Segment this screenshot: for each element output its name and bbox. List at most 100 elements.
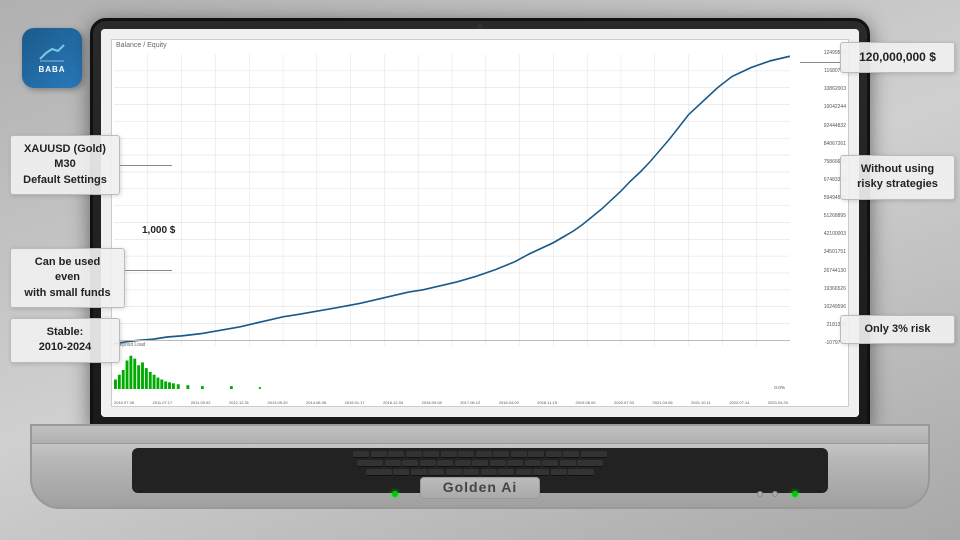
x-label-4: 2012.12.31 bbox=[229, 400, 249, 405]
top-value-line bbox=[800, 62, 840, 63]
stable-text: Stable:2010-2024 bbox=[39, 326, 92, 353]
x-label-3: 2011.09.02 bbox=[191, 400, 211, 405]
key bbox=[481, 469, 497, 476]
x-label-13: 2019.08.09 bbox=[575, 400, 595, 405]
key bbox=[437, 460, 453, 467]
x-label-18: 2023.04.25 bbox=[768, 400, 788, 405]
screen-bezel: Balance / Equity 12499522 11680762 10862… bbox=[101, 29, 859, 417]
key bbox=[563, 451, 579, 458]
led-power bbox=[392, 491, 398, 497]
price-label: 1,000 $ bbox=[142, 225, 175, 236]
brand-label: Golden Ai bbox=[443, 479, 518, 495]
deposit-label: Deposit Load bbox=[116, 342, 145, 348]
top-value-text: 120,000,000 $ bbox=[859, 50, 936, 64]
key bbox=[428, 469, 444, 476]
chart-area: Balance / Equity 12499522 11680762 10862… bbox=[111, 39, 849, 407]
without-risky-text: Without usingrisky strategies bbox=[857, 163, 938, 190]
key bbox=[507, 460, 523, 467]
y-val-11: 42100003 bbox=[824, 231, 846, 237]
key bbox=[542, 460, 558, 467]
key bbox=[551, 469, 567, 476]
app-icon-chart-svg bbox=[38, 43, 66, 63]
app-icon: BABA bbox=[22, 28, 82, 88]
key bbox=[366, 469, 392, 476]
key bbox=[388, 451, 404, 458]
laptop-screen: Balance / Equity 12499522 11680762 10862… bbox=[90, 18, 870, 428]
y-val-3: 10862003 bbox=[824, 86, 846, 92]
key bbox=[423, 451, 439, 458]
top-value-annotation: 120,000,000 $ bbox=[840, 42, 955, 73]
laptop-base: Golden Ai bbox=[30, 424, 930, 509]
y-val-13: 26744130 bbox=[824, 268, 846, 274]
key bbox=[560, 460, 576, 467]
base-top bbox=[32, 426, 928, 444]
key bbox=[402, 460, 418, 467]
x-label-11: 2018.04.09 bbox=[499, 400, 519, 405]
x-label-12: 2018.11.15 bbox=[537, 400, 557, 405]
risk-text: Only 3% risk bbox=[864, 323, 930, 335]
x-label-10: 2017.06.12 bbox=[460, 400, 480, 405]
led-dot2 bbox=[757, 491, 763, 497]
key bbox=[458, 451, 474, 458]
xauusd-annotation: XAUUSD (Gold)M30Default Settings bbox=[10, 135, 120, 195]
key bbox=[516, 469, 532, 476]
x-label-14: 2020.07.03 bbox=[614, 400, 634, 405]
key bbox=[577, 460, 603, 467]
x-label-17: 2022.07.14 bbox=[729, 400, 749, 405]
x-label-1: 2010.07.26 bbox=[114, 400, 134, 405]
led-activity bbox=[792, 491, 798, 497]
key bbox=[463, 469, 479, 476]
key bbox=[498, 469, 514, 476]
key bbox=[385, 460, 401, 467]
xauusd-line bbox=[120, 165, 172, 166]
small-funds-annotation: Can be used evenwith small funds bbox=[10, 248, 125, 308]
without-risky-annotation: Without usingrisky strategies bbox=[840, 155, 955, 200]
key bbox=[511, 451, 527, 458]
svg-text:0.0%: 0.0% bbox=[774, 385, 786, 389]
key bbox=[568, 469, 594, 476]
x-label-7: 2015.01.17 bbox=[345, 400, 365, 405]
key bbox=[441, 451, 457, 458]
main-chart-svg bbox=[114, 54, 790, 346]
key bbox=[446, 469, 462, 476]
key bbox=[411, 469, 427, 476]
key bbox=[393, 469, 409, 476]
key bbox=[490, 460, 506, 467]
key bbox=[525, 460, 541, 467]
y-val-15: 10249596 bbox=[824, 304, 846, 310]
x-label-8: 2016.12.04 bbox=[383, 400, 403, 405]
webcam bbox=[478, 24, 483, 29]
small-funds-text: Can be used evenwith small funds bbox=[24, 256, 110, 299]
y-val-5: 92444832 bbox=[824, 123, 846, 129]
scene: BABA Balance / Equity 12499522 11680762 … bbox=[0, 0, 960, 540]
y-val-14: 19366526 bbox=[824, 286, 846, 292]
x-label-9: 2016.09.08 bbox=[422, 400, 442, 405]
deposit-area: Deposit Load bbox=[114, 340, 790, 392]
key bbox=[476, 451, 492, 458]
key bbox=[546, 451, 562, 458]
key bbox=[493, 451, 509, 458]
key bbox=[406, 451, 422, 458]
x-label-6: 2014.06.06 bbox=[306, 400, 326, 405]
y-val-10: 51268895 bbox=[824, 213, 846, 219]
y-val-12: 34501751 bbox=[824, 249, 846, 255]
deposit-chart-svg: 0.0% bbox=[114, 351, 790, 389]
x-label-15: 2021.04.06 bbox=[653, 400, 673, 405]
key bbox=[528, 451, 544, 458]
y-val-4: 10042244 bbox=[824, 104, 846, 110]
key bbox=[455, 460, 471, 467]
screen-content: Balance / Equity 12499522 11680762 10862… bbox=[101, 29, 859, 417]
led-dot1 bbox=[772, 491, 778, 497]
x-label-2: 2011.07.17 bbox=[153, 400, 173, 405]
chart-title: Balance / Equity bbox=[116, 42, 167, 49]
small-funds-line bbox=[125, 270, 172, 271]
key bbox=[581, 451, 607, 458]
x-label-5: 2013.09.20 bbox=[268, 400, 288, 405]
key bbox=[420, 460, 436, 467]
x-axis: 2010.07.26 2011.07.17 2011.09.02 2012.12… bbox=[114, 400, 788, 405]
key bbox=[472, 460, 488, 467]
stable-annotation: Stable:2010-2024 bbox=[10, 318, 120, 363]
key bbox=[371, 451, 387, 458]
key bbox=[357, 460, 383, 467]
y-val-6: 84067261 bbox=[824, 141, 846, 147]
